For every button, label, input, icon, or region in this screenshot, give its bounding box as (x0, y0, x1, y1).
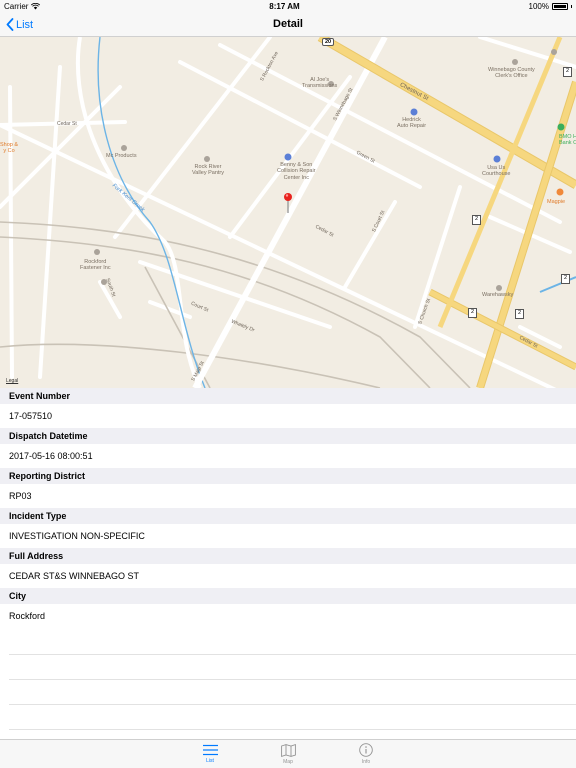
street-label-cedar: Cedar St (57, 121, 77, 127)
empty-row (9, 705, 576, 730)
empty-table-rows (0, 630, 576, 730)
value-city: Rockford (0, 604, 576, 628)
navigation-bar: List Detail (0, 12, 576, 37)
empty-row (9, 680, 576, 705)
status-left: Carrier (4, 1, 41, 11)
route-shield-2d: 2 (468, 308, 477, 318)
header-city: City (0, 588, 576, 604)
status-right: 100% (529, 2, 572, 11)
detail-list: Event Number 17-057510 Dispatch Datetime… (0, 388, 576, 628)
header-incident-type: Incident Type (0, 508, 576, 524)
carrier-label: Carrier (4, 1, 29, 11)
tab-bar: List Map Info (0, 739, 576, 768)
route-shield-2e: 2 (515, 309, 524, 319)
chevron-left-icon (6, 18, 14, 31)
poi-label-shop: Shop & y Co (0, 142, 19, 155)
poi-label-warehawsky: Warehawsky (482, 292, 514, 298)
poi-label-winnebago-clerk: Winnebago County Clerk's Office (488, 67, 535, 80)
poi-label-bennyson: Benny & Son Collision Repair Center Inc (277, 162, 316, 181)
header-event-number: Event Number (0, 388, 576, 404)
tab-info-label: Info (361, 759, 371, 765)
poi-label-bmo: BMO H Bank C (559, 134, 576, 147)
header-reporting-district: Reporting District (0, 468, 576, 484)
tab-list[interactable]: List (186, 740, 234, 768)
battery-percent: 100% (528, 1, 549, 11)
poi-label-rockford-fastener: Rockford Fastener Inc (80, 259, 111, 272)
poi-label-courthouse: Usa Us Courthouse (482, 165, 511, 178)
battery-tip (571, 4, 572, 8)
map-canvas (0, 37, 576, 388)
route-shield-2c: 2 (561, 274, 570, 284)
empty-row (9, 655, 576, 680)
route-shield-20: 20 (322, 38, 334, 46)
value-incident-type: INVESTIGATION NON-SPECIFIC (0, 524, 576, 548)
list-icon (202, 744, 218, 756)
status-bar: Carrier 8:17 AM 100% (0, 0, 576, 12)
header-full-address: Full Address (0, 548, 576, 564)
wifi-icon (31, 2, 41, 9)
value-dispatch-datetime: 2017-05-16 08:00:51 (0, 444, 576, 468)
empty-row (9, 630, 576, 655)
battery-icon (552, 2, 568, 10)
route-shield-2b: 2 (472, 215, 481, 225)
header-dispatch-datetime: Dispatch Datetime (0, 428, 576, 444)
tab-list-label: List (206, 758, 214, 764)
value-reporting-district: RP03 (0, 484, 576, 508)
tab-info[interactable]: Info (342, 740, 390, 768)
poi-label-mcproducts: Mc Products (106, 153, 137, 159)
info-icon (359, 743, 373, 757)
page-title: Detail (273, 18, 303, 30)
back-button-label: List (16, 18, 34, 31)
poi-label-aljoes: Al Joe's Transmissions (302, 77, 338, 90)
route-shield-2a: 2 (563, 67, 572, 77)
legal-link[interactable]: Legal (6, 378, 18, 384)
value-event-number: 17-057510 (0, 404, 576, 428)
tab-map[interactable]: Map (264, 740, 312, 768)
value-full-address: CEDAR ST&S WINNEBAGO ST (0, 564, 576, 588)
poi-label-magpie: Magpie (547, 199, 566, 205)
map-icon (280, 743, 296, 757)
back-button[interactable]: List (6, 12, 33, 37)
poi-label-rockriver: Rock River Valley Pantry (192, 164, 224, 177)
poi-label-hedrick: Hedrick Auto Repair (397, 117, 427, 130)
map-view[interactable]: Al Joe's Transmissions Hedrick Auto Repa… (0, 37, 576, 388)
status-time: 8:17 AM (269, 1, 300, 11)
tab-map-label: Map (283, 758, 293, 765)
